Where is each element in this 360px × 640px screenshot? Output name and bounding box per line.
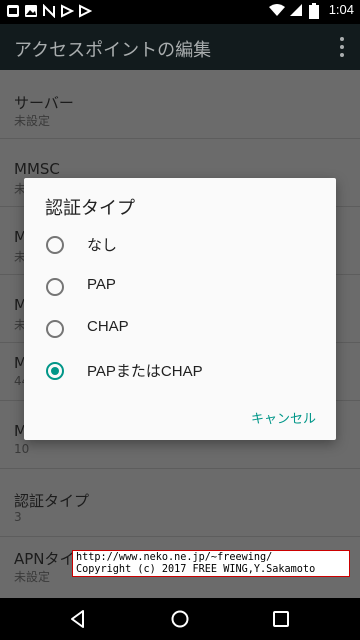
n-icon	[42, 3, 56, 19]
dialog-title: 認証タイプ	[45, 198, 135, 219]
radio-label: なし	[87, 237, 118, 254]
radio-option-none[interactable]: なし	[24, 224, 336, 266]
list-item-title: サーバー	[14, 94, 74, 112]
image-icon	[24, 3, 38, 17]
status-left-icons	[6, 3, 93, 19]
radio-button-selected[interactable]	[46, 362, 64, 380]
watermark-line-2: Copyright (c) 2017 FREE WING,Y.Sakamoto	[76, 564, 316, 575]
radio-option-pap-or-chap[interactable]: PAPまたはCHAP	[24, 350, 336, 392]
radio-option-pap[interactable]: PAP	[24, 266, 336, 308]
signal-icon	[289, 3, 303, 17]
radio-label: CHAP	[87, 318, 129, 335]
status-right: 1:04	[268, 2, 354, 19]
list-item[interactable]: サーバー 未設定	[0, 70, 360, 139]
status-time: 1:04	[328, 2, 354, 17]
auth-type-dialog: 認証タイプ なし PAP CHAP PAPまたはCHAP キャンセル	[24, 178, 336, 440]
play-icon	[78, 3, 93, 18]
radio-button[interactable]	[46, 278, 64, 296]
app-bar: アクセスポイントの編集	[0, 24, 360, 70]
radio-option-chap[interactable]: CHAP	[24, 308, 336, 350]
list-item-title: MMSC	[14, 160, 60, 178]
list-item-summary: 3	[14, 510, 22, 524]
watermark: http://www.neko.ne.jp/~freewing/ Copyrig…	[72, 550, 350, 577]
overflow-menu-icon[interactable]	[340, 37, 346, 57]
home-icon[interactable]	[169, 608, 191, 630]
navigation-bar	[0, 598, 360, 640]
radio-button[interactable]	[46, 236, 64, 254]
play-icon	[60, 3, 75, 18]
list-item-summary: 未設定	[14, 570, 51, 584]
list-item-summary: 10	[14, 442, 30, 456]
radio-label: PAPまたはCHAP	[87, 363, 203, 380]
radio-label: PAP	[87, 276, 116, 293]
cancel-button[interactable]: キャンセル	[251, 408, 316, 427]
radio-button[interactable]	[46, 320, 64, 338]
recent-apps-icon[interactable]	[270, 608, 292, 630]
page-title: アクセスポイントの編集	[14, 40, 212, 61]
battery-icon	[308, 2, 323, 19]
list-item-title: 認証タイプ	[14, 492, 90, 510]
watermark-line-1: http://www.neko.ne.jp/~freewing/	[76, 552, 273, 563]
status-bar: 1:04	[0, 0, 360, 24]
notification-icon	[6, 3, 20, 17]
back-icon[interactable]	[67, 608, 89, 630]
wifi-icon	[268, 3, 285, 17]
list-item-summary: 未設定	[14, 114, 51, 128]
